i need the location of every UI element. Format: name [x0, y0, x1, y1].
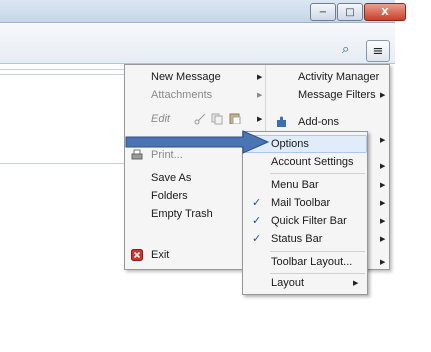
submenu-arrow-icon: ▶: [380, 162, 386, 170]
copy-icon: [211, 113, 223, 125]
menu-item-edit[interactable]: Edit: [151, 111, 170, 127]
menu-separator: [270, 273, 365, 274]
puzzle-icon: [277, 116, 286, 127]
menu-item-add-ons[interactable]: Add-ons: [298, 114, 339, 130]
menu-item-account-settings[interactable]: Account Settings: [271, 154, 354, 170]
menu-item-message-filters[interactable]: Message Filters: [298, 87, 376, 103]
cut-icon: [194, 113, 206, 125]
checkmark-icon: ✓: [252, 214, 262, 227]
submenu-arrow-icon: ▶: [353, 279, 359, 287]
search-icon[interactable]: ⌕: [342, 42, 349, 57]
submenu-arrow-icon: ▶: [380, 217, 386, 225]
app-menu-button[interactable]: ≡: [366, 40, 390, 62]
menu-item-attachments[interactable]: Attachments: [151, 87, 212, 103]
pane-divider: [0, 74, 125, 75]
menu-item-menu-bar[interactable]: Menu Bar: [271, 177, 319, 193]
folder-pane: [0, 63, 125, 164]
menu-item-folders[interactable]: Folders: [151, 188, 188, 204]
checkmark-icon: ✓: [252, 196, 262, 209]
options-submenu: Options Account Settings Menu Bar ▶ ✓ Ma…: [242, 131, 385, 295]
menu-item-options[interactable]: Options: [271, 136, 309, 152]
checkmark-icon: ✓: [252, 232, 262, 245]
close-icon[interactable]: X: [364, 3, 406, 21]
maximize-icon[interactable]: □: [337, 3, 363, 21]
toolbar: [0, 23, 395, 64]
menu-item-quick-filter-bar[interactable]: Quick Filter Bar: [271, 213, 347, 229]
pane-divider: [0, 69, 125, 70]
submenu-arrow-icon: ▶: [257, 91, 263, 99]
submenu-arrow-icon: ▶: [257, 73, 263, 81]
submenu-arrow-icon: ▶: [380, 258, 386, 266]
paste-icon: [229, 113, 241, 124]
submenu-arrow-icon: ▶: [380, 181, 386, 189]
menu-item-activity-manager[interactable]: Activity Manager: [298, 69, 379, 85]
menu-separator: [270, 173, 365, 174]
menu-item-new-message[interactable]: New Message: [151, 69, 221, 85]
menu-item-empty-trash[interactable]: Empty Trash: [151, 206, 213, 222]
hamburger-menu-icon: ≡: [372, 43, 384, 59]
menu-item-layout[interactable]: Layout: [271, 275, 304, 291]
submenu-arrow-icon: ▶: [257, 115, 263, 123]
menu-item-exit[interactable]: Exit: [151, 247, 169, 263]
submenu-arrow-icon: ▶: [380, 199, 386, 207]
submenu-arrow-icon: ▶: [380, 136, 386, 144]
pointer-arrow: [125, 130, 270, 154]
menu-item-save-as[interactable]: Save As: [151, 170, 191, 186]
exit-icon: [131, 249, 143, 261]
submenu-arrow-icon: ▶: [380, 235, 386, 243]
window-controls: − □ X: [310, 3, 407, 21]
minimize-icon[interactable]: −: [310, 3, 336, 21]
menu-item-mail-toolbar[interactable]: Mail Toolbar: [271, 195, 330, 211]
menu-item-toolbar-layout[interactable]: Toolbar Layout...: [271, 254, 352, 270]
menu-item-status-bar[interactable]: Status Bar: [271, 231, 322, 247]
submenu-arrow-icon: ▶: [380, 91, 386, 99]
menu-separator: [270, 251, 365, 252]
